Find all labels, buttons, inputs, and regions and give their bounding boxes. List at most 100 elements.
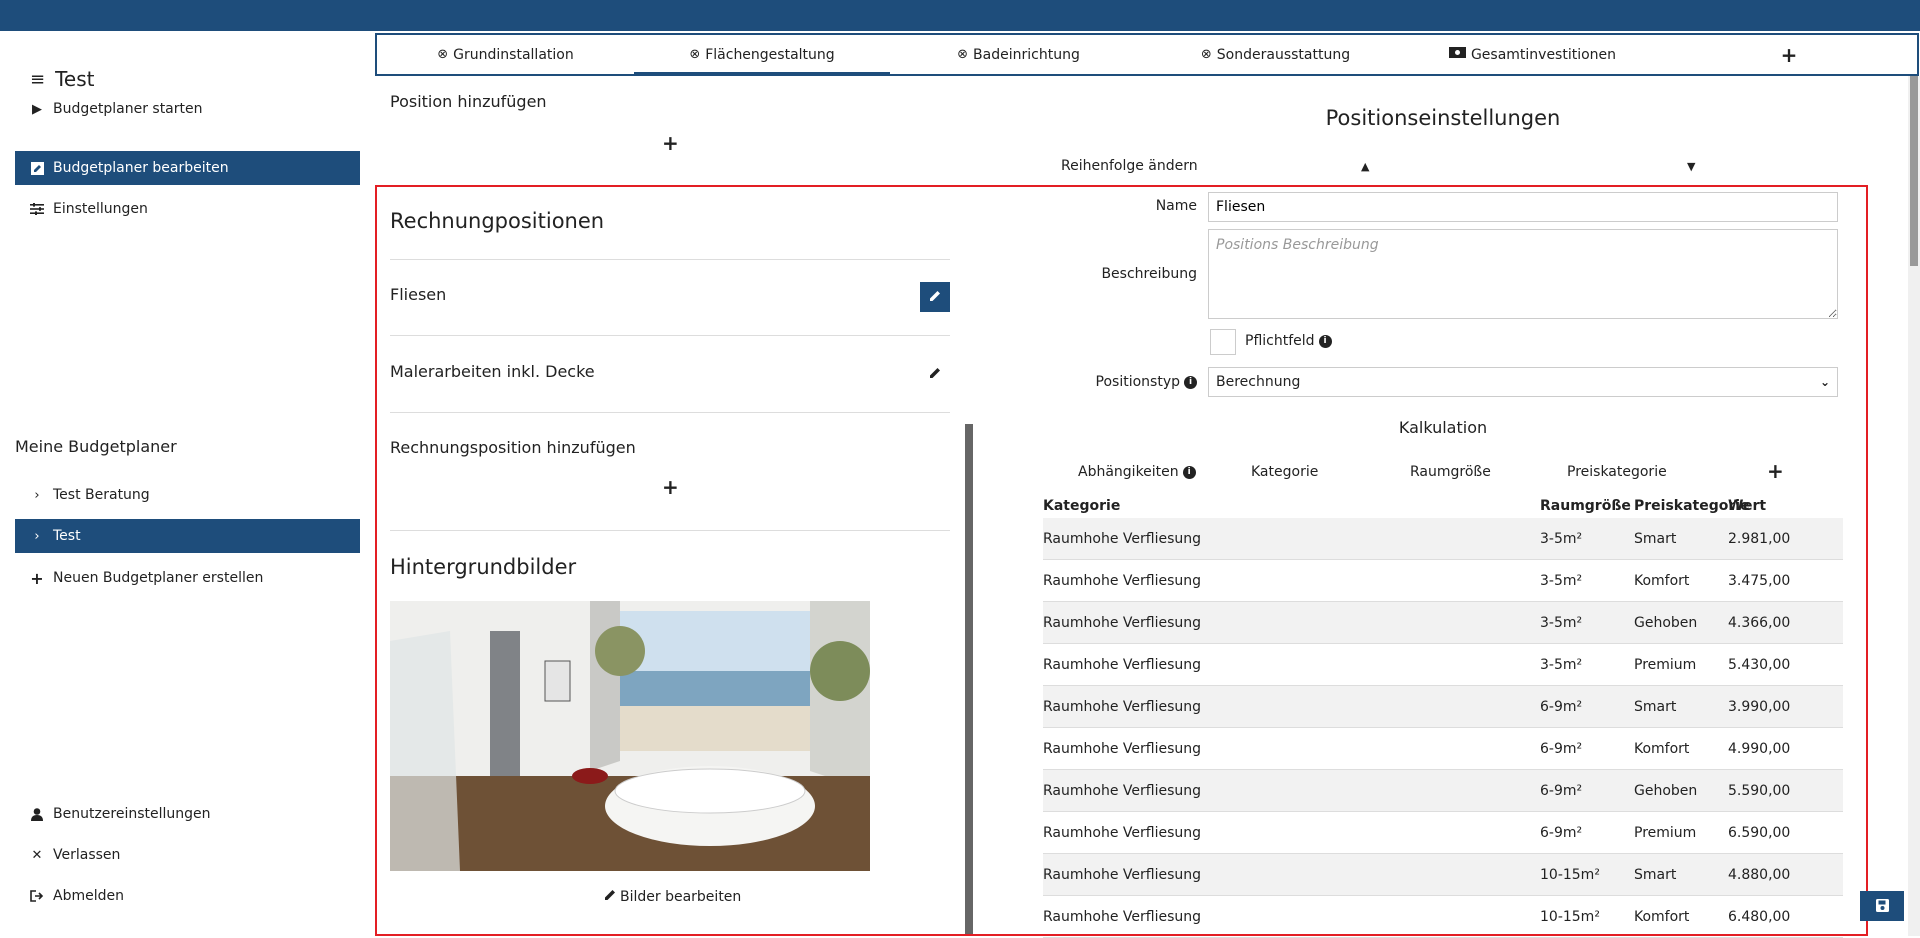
- move-up-arrow-icon[interactable]: ▲: [1361, 160, 1369, 173]
- cell-kategorie: Raumhohe Verfliesung: [1043, 824, 1201, 841]
- play-icon: ▶: [32, 101, 42, 117]
- chevron-down-icon: ⌄: [1819, 375, 1830, 389]
- cell-preiskategorie: Premium: [1634, 824, 1697, 841]
- table-row[interactable]: Raumhohe Verfliesung 3-5m² Premium 5.430,00: [1043, 644, 1843, 686]
- tab-flaechengestaltung[interactable]: ⊗ Flächengestaltung: [634, 35, 890, 76]
- logout-icon: [30, 890, 44, 902]
- cell-wert: 4.366,00: [1728, 614, 1791, 631]
- tab-badeinrichtung[interactable]: ⊗ Badeinrichtung: [890, 35, 1147, 74]
- nav-budgetplaner-bearbeiten[interactable]: Budgetplaner bearbeiten: [15, 151, 360, 185]
- edit-square-icon: [30, 161, 44, 175]
- tab-grundinstallation[interactable]: ⊗ Grundinstallation: [377, 35, 634, 74]
- table-row[interactable]: Raumhohe Verfliesung 10-15m² Komfort 6.480,…: [1043, 896, 1843, 938]
- kalk-col-abhaengigkeiten[interactable]: Abhängikeiten i: [1078, 464, 1196, 480]
- move-down-arrow-icon[interactable]: ▼: [1687, 160, 1695, 173]
- page-scrollbar[interactable]: [1908, 76, 1920, 936]
- nav-label: Benutzereinstellungen: [53, 806, 211, 822]
- cell-kategorie: Raumhohe Verfliesung: [1043, 530, 1201, 547]
- positionstyp-select[interactable]: Berechnung ⌄: [1208, 367, 1838, 397]
- background-image-bathroom[interactable]: [390, 601, 870, 871]
- cell-kategorie: Raumhohe Verfliesung: [1043, 698, 1201, 715]
- pflichtfeld-checkbox[interactable]: [1210, 329, 1236, 355]
- header-wert[interactable]: Wert: [1728, 498, 1794, 514]
- tab-label: Sonderausstattung: [1216, 46, 1351, 63]
- divider: [390, 259, 950, 260]
- tab-sonderausstattung[interactable]: ⊗ Sonderausstattung: [1147, 35, 1404, 74]
- nav-benutzereinstellungen[interactable]: Benutzereinstellungen: [15, 797, 360, 831]
- info-icon[interactable]: i: [1318, 334, 1332, 348]
- position-settings-title: Positionseinstellungen: [1325, 106, 1561, 130]
- info-icon[interactable]: i: [1182, 465, 1196, 479]
- kalk-col-label: Preiskategorie: [1567, 464, 1667, 480]
- table-row[interactable]: Raumhohe Verfliesung 6-9m² Premium 6.590,00: [1043, 812, 1843, 854]
- scrollbar-thumb[interactable]: [1910, 76, 1918, 266]
- table-row[interactable]: Raumhohe Verfliesung 3-5m² Gehoben 4.366,00: [1043, 602, 1843, 644]
- positionstyp-label-wrap: Positionstyp i: [1096, 374, 1197, 390]
- cell-preiskategorie: Premium: [1634, 656, 1697, 673]
- cell-kategorie: Raumhohe Verfliesung: [1043, 908, 1201, 925]
- tab-label: Flächengestaltung: [705, 46, 835, 63]
- cell-preiskategorie: Komfort: [1634, 572, 1690, 589]
- planner-label: Test Beratung: [53, 487, 150, 503]
- edit-malerarbeiten-button[interactable]: [920, 359, 950, 389]
- header-raumgroesse[interactable]: Raumgröße: [1540, 498, 1631, 514]
- info-icon[interactable]: i: [1184, 375, 1197, 389]
- rechnung-add-label: Rechnungsposition hinzufügen: [390, 438, 636, 457]
- position-item-fliesen[interactable]: Fliesen: [390, 285, 446, 304]
- divider: [390, 335, 950, 336]
- position-add-label: Position hinzufügen: [390, 92, 547, 111]
- nav-abmelden[interactable]: Abmelden: [15, 879, 360, 913]
- edit-images-button[interactable]: Bilder bearbeiten: [603, 888, 741, 906]
- pflichtfeld-label: Pflichtfeld: [1245, 333, 1315, 349]
- add-kalkulation-button[interactable]: +: [1767, 459, 1784, 483]
- table-row[interactable]: Raumhohe Verfliesung 3-5m² Komfort 3.475,00: [1043, 560, 1843, 602]
- cell-raumgroesse: 6-9m²: [1540, 698, 1583, 715]
- positionstyp-label: Positionstyp: [1095, 374, 1180, 390]
- nav-einstellungen[interactable]: Einstellungen: [15, 192, 360, 226]
- divider: [390, 530, 950, 531]
- planner-item-test[interactable]: › Test: [15, 519, 360, 553]
- add-rechnungsposition-button[interactable]: +: [662, 475, 679, 499]
- cell-raumgroesse: 6-9m²: [1540, 824, 1583, 841]
- header-kategorie[interactable]: Kategorie: [1043, 498, 1120, 514]
- position-item-malerarbeiten[interactable]: Malerarbeiten inkl. Decke: [390, 362, 595, 381]
- planner-item-test-beratung[interactable]: › Test Beratung: [15, 478, 360, 512]
- cell-kategorie: Raumhohe Verfliesung: [1043, 572, 1201, 589]
- save-icon: [1875, 897, 1889, 916]
- kalk-col-label: Raumgröße: [1410, 464, 1491, 480]
- cell-wert: 6.590,00: [1728, 824, 1791, 841]
- kalk-col-preiskategorie[interactable]: Preiskategorie: [1567, 464, 1667, 480]
- tab-add-button[interactable]: +: [1661, 35, 1917, 74]
- pflichtfeld-label-wrap: Pflichtfeld i: [1245, 333, 1332, 349]
- panel-scrollbar[interactable]: [965, 76, 973, 936]
- add-position-button[interactable]: +: [662, 131, 679, 155]
- chevron-right-icon: ›: [34, 487, 40, 503]
- kalk-col-kategorie[interactable]: Kategorie: [1251, 464, 1318, 480]
- cell-wert: 2.981,00: [1728, 530, 1791, 547]
- cell-preiskategorie: Gehoben: [1634, 782, 1698, 799]
- hamburger-icon[interactable]: ≡: [30, 69, 45, 90]
- section-title-meine-budgetplaner: Meine Budgetplaner: [15, 437, 177, 456]
- save-button[interactable]: [1860, 891, 1904, 921]
- kalk-col-raumgroesse[interactable]: Raumgröße: [1410, 464, 1491, 480]
- table-row[interactable]: Raumhohe Verfliesung 10-15m² Smart 4.880,00: [1043, 854, 1843, 896]
- cell-raumgroesse: 6-9m²: [1540, 782, 1583, 799]
- table-row[interactable]: Raumhohe Verfliesung 6-9m² Gehoben 5.590,00: [1043, 770, 1843, 812]
- table-row[interactable]: Raumhohe Verfliesung 3-5m² Smart 2.981,00: [1043, 518, 1843, 560]
- table-row[interactable]: Raumhohe Verfliesung 6-9m² Smart 3.990,00: [1043, 686, 1843, 728]
- tab-gesamtinvestitionen[interactable]: Gesamtinvestitionen: [1404, 35, 1661, 74]
- cell-wert: 5.590,00: [1728, 782, 1791, 799]
- nav-verlassen[interactable]: ✕ Verlassen: [15, 838, 360, 872]
- circle-x-icon: ⊗: [957, 47, 969, 62]
- scrollbar-thumb[interactable]: [965, 424, 973, 936]
- pencil-icon: [603, 888, 617, 906]
- new-budgetplaner-button[interactable]: + Neuen Budgetplaner erstellen: [15, 561, 360, 595]
- nav-budgetplaner-starten[interactable]: ▶ Budgetplaner starten: [15, 92, 360, 126]
- cell-raumgroesse: 3-5m²: [1540, 530, 1583, 547]
- kalk-col-label: Kategorie: [1251, 464, 1319, 480]
- cell-raumgroesse: 6-9m²: [1540, 740, 1583, 757]
- description-textarea[interactable]: [1208, 229, 1838, 319]
- name-input[interactable]: [1208, 192, 1838, 222]
- table-row[interactable]: Raumhohe Verfliesung 6-9m² Komfort 4.990,00: [1043, 728, 1843, 770]
- edit-fliesen-button[interactable]: [920, 282, 950, 312]
